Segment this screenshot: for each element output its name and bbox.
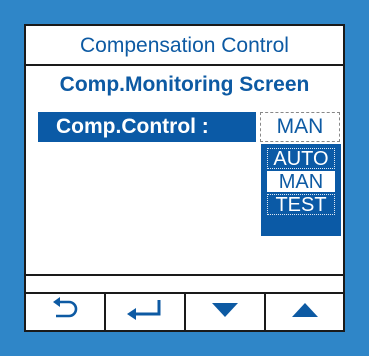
back-button[interactable] xyxy=(26,294,104,330)
down-button[interactable] xyxy=(186,294,264,330)
back-icon xyxy=(50,296,80,328)
option-test[interactable]: TEST xyxy=(267,194,335,216)
comp-control-label: Comp.Control : xyxy=(38,112,256,142)
up-button[interactable] xyxy=(266,294,343,330)
arrow-up-icon xyxy=(290,301,320,324)
lcd-screen: Compensation Control Comp.Monitoring Scr… xyxy=(24,24,345,332)
page-title: Compensation Control xyxy=(80,34,289,57)
button-bar xyxy=(26,294,343,330)
divider xyxy=(26,274,343,276)
enter-button[interactable] xyxy=(106,294,184,330)
comp-control-value[interactable]: MAN xyxy=(260,112,340,142)
option-man[interactable]: MAN xyxy=(267,171,335,193)
enter-icon xyxy=(125,298,165,327)
option-auto[interactable]: AUTO xyxy=(267,148,335,170)
arrow-down-icon xyxy=(210,301,240,324)
comp-control-dropdown: AUTO MAN TEST xyxy=(261,144,341,236)
device-frame: Compensation Control Comp.Monitoring Scr… xyxy=(0,0,369,356)
screen-subtitle: Comp.Monitoring Screen xyxy=(59,73,310,96)
